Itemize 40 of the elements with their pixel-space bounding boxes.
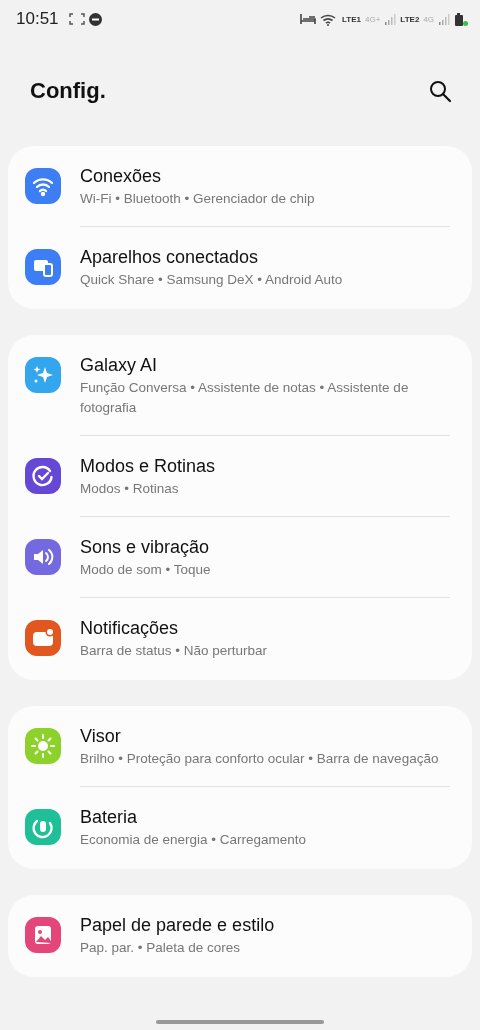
item-subtitle: Função Conversa • Assistente de notas • Assistente de fotografia bbox=[80, 379, 410, 417]
item-title: Galaxy AI bbox=[80, 354, 159, 377]
bed-icon bbox=[300, 13, 317, 25]
item-title: Papel de parede e estilo bbox=[80, 914, 276, 937]
do-not-disturb-icon bbox=[88, 12, 102, 26]
item-subtitle: Barra de status • Não perturbar bbox=[80, 642, 269, 660]
battery-icon bbox=[454, 12, 468, 26]
item-title: Modos e Rotinas bbox=[80, 455, 217, 478]
settings-item[interactable]: Conexões Wi-Fi • Bluetooth • Gerenciador de chip bbox=[8, 146, 472, 227]
item-title: Visor bbox=[80, 725, 122, 748]
item-subtitle: Modos • Rotinas bbox=[80, 480, 180, 498]
sim-label: LTE2 bbox=[400, 14, 420, 24]
item-title: Conexões bbox=[80, 165, 163, 188]
network-label: 4G+ bbox=[365, 14, 381, 24]
signal-icon bbox=[384, 13, 397, 25]
item-title: Notificações bbox=[80, 617, 180, 640]
settings-item[interactable]: Bateria Economia de energia • Carregamento bbox=[8, 787, 472, 867]
settings-item[interactable]: Notificações Barra de status • Não perturbar bbox=[8, 598, 472, 678]
item-title: Aparelhos conectados bbox=[80, 246, 260, 269]
item-subtitle: Economia de energia • Carregamento bbox=[80, 831, 308, 849]
page-title: Config. bbox=[30, 78, 106, 104]
item-subtitle: Modo de som • Toque bbox=[80, 561, 212, 579]
item-title: Sons e vibração bbox=[80, 536, 211, 559]
item-subtitle: Pap. par. • Paleta de cores bbox=[80, 939, 242, 957]
search-icon[interactable] bbox=[428, 79, 452, 103]
settings-item[interactable]: Papel de parede e estilo Pap. par. • Paleta de cores bbox=[8, 895, 472, 975]
settings-item[interactable]: Visor Brilho • Proteção para conforto ocular • Barra de navegação bbox=[8, 706, 472, 787]
settings-item[interactable]: Galaxy AI Função Conversa • Assistente de notas • Assistente de fotografia bbox=[8, 335, 472, 436]
item-subtitle: Brilho • Proteção para conforto ocular • Barra de navegação bbox=[80, 750, 440, 768]
item-subtitle: Wi-Fi • Bluetooth • Gerenciador de chip bbox=[80, 190, 316, 208]
settings-item[interactable]: Sons e vibração Modo de som • Toque bbox=[8, 517, 472, 598]
sim-label: LTE1 bbox=[342, 14, 361, 24]
screenshot-frame-icon bbox=[68, 13, 85, 25]
settings-item[interactable]: Aparelhos conectados Quick Share • Samsung DeX • Android Auto bbox=[8, 227, 472, 307]
network-label: 4G bbox=[423, 14, 434, 24]
item-subtitle: Quick Share • Samsung DeX • Android Auto bbox=[80, 271, 344, 289]
settings-item[interactable]: Modos e Rotinas Modos • Rotinas bbox=[8, 436, 472, 517]
signal-icon bbox=[438, 13, 450, 25]
status-time: 10:51 bbox=[16, 9, 59, 29]
item-title: Bateria bbox=[80, 806, 139, 829]
